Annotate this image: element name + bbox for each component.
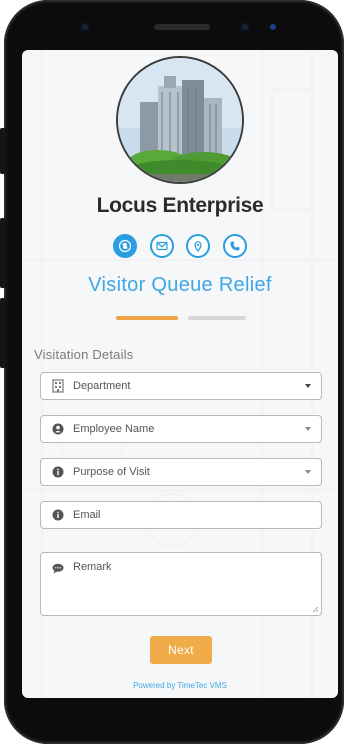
next-button[interactable]: Next — [150, 636, 212, 664]
chevron-down-icon — [305, 384, 311, 388]
front-camera-icon — [80, 22, 90, 32]
phone-frame: Locus Enterprise Visitor Queue Relief Vi… — [4, 0, 344, 744]
employee-name-select[interactable]: Employee Name — [40, 415, 322, 443]
step-2-inactive — [188, 316, 246, 320]
iris-scanner-icon — [240, 22, 250, 32]
resize-grip-icon[interactable] — [312, 606, 319, 613]
purpose-of-visit-select[interactable]: Purpose of Visit — [40, 458, 322, 486]
contact-icons-row — [113, 234, 247, 258]
company-logo — [116, 56, 244, 184]
phone-side-button — [0, 128, 6, 174]
chevron-down-icon — [305, 427, 311, 431]
volume-down-button — [0, 298, 6, 368]
visitor-form-page: Locus Enterprise Visitor Queue Relief Vi… — [22, 50, 338, 698]
email-placeholder: Email — [73, 509, 101, 521]
page-title: Visitor Queue Relief — [88, 274, 272, 296]
user-icon — [51, 422, 65, 436]
powered-by-link[interactable]: Powered by TimeTec VMS — [22, 681, 338, 690]
mail-icon[interactable] — [149, 234, 174, 258]
info-icon — [51, 508, 65, 522]
comment-icon — [51, 561, 65, 575]
remark-placeholder: Remark — [73, 561, 112, 573]
building-icon — [51, 379, 65, 393]
step-1-active — [116, 316, 178, 320]
chevron-down-icon — [305, 470, 311, 474]
email-field[interactable]: Email — [40, 501, 322, 529]
department-select[interactable]: Department — [40, 372, 322, 400]
step-progress-indicator — [116, 316, 246, 320]
proximity-sensor-icon — [270, 24, 276, 30]
employee-name-placeholder: Employee Name — [73, 423, 155, 435]
remark-textarea[interactable]: Remark — [40, 552, 322, 616]
volume-up-button — [0, 218, 6, 288]
info-icon — [51, 465, 65, 479]
location-pin-icon[interactable] — [186, 234, 211, 258]
app-screen: Locus Enterprise Visitor Queue Relief Vi… — [22, 50, 338, 698]
globe-icon[interactable] — [113, 234, 137, 258]
purpose-of-visit-placeholder: Purpose of Visit — [73, 466, 150, 478]
department-placeholder: Department — [73, 380, 131, 392]
phone-icon[interactable] — [222, 234, 247, 258]
section-heading: Visitation Details — [34, 347, 134, 362]
earpiece-speaker — [154, 24, 210, 30]
building-logo-icon — [118, 58, 242, 182]
company-name: Locus Enterprise — [96, 194, 264, 217]
